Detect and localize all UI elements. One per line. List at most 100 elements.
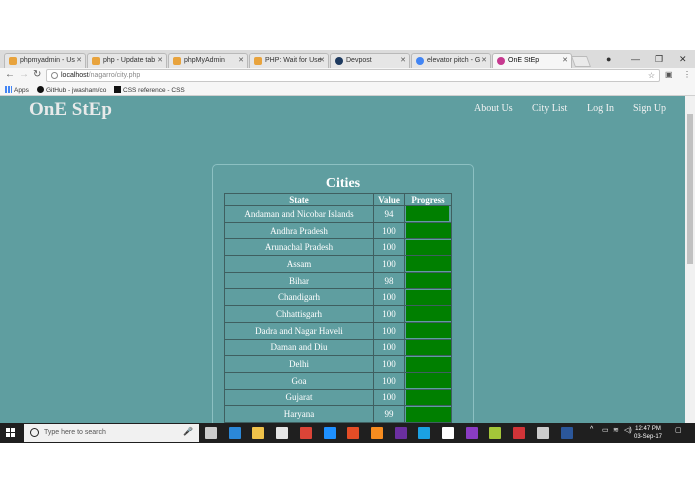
progress-bar — [406, 256, 452, 272]
cell-state: Bihar — [224, 271, 374, 290]
bookmarks-bar: Apps GitHub - jwasham/co CSS reference -… — [0, 84, 695, 96]
table-row: Delhi 100 — [224, 355, 452, 373]
back-icon[interactable]: ← — [5, 69, 15, 80]
browser-tab[interactable]: phpmyadmin - Us ✕ — [4, 53, 86, 68]
table-row: Goa 100 — [224, 371, 452, 390]
volume-icon[interactable]: ◁) — [624, 426, 632, 434]
cell-state: Dadra and Nagar Haveli — [224, 321, 374, 340]
cell-value: 99 — [373, 405, 405, 423]
close-icon[interactable]: ✕ — [562, 56, 568, 64]
task-view-icon[interactable] — [205, 427, 217, 439]
close-icon[interactable]: ✕ — [319, 56, 325, 64]
search-placeholder: Type here to search — [44, 429, 106, 436]
taskbar-search-input[interactable]: Type here to search 🎤 — [24, 424, 199, 442]
onenote-icon[interactable] — [489, 427, 502, 439]
menu-icon[interactable]: ⋮ — [683, 70, 691, 79]
table-row: Chhattisgarh 100 — [224, 305, 452, 323]
window-close-icon[interactable]: ✕ — [679, 54, 687, 65]
chrome-icon[interactable] — [299, 427, 312, 439]
close-icon[interactable]: ✕ — [76, 56, 82, 64]
photos-icon[interactable] — [370, 427, 383, 439]
table-row: Assam 100 — [224, 255, 452, 273]
close-icon[interactable]: ✕ — [481, 56, 487, 64]
cell-value: 100 — [373, 288, 405, 307]
cell-progress — [404, 355, 452, 373]
browser-tab[interactable]: php - Update tab ✕ — [87, 53, 167, 68]
table-row: Haryana 99 — [224, 405, 452, 423]
bookmark-github[interactable]: GitHub - jwasham/co — [37, 86, 106, 94]
nav-city-list[interactable]: City List — [532, 103, 567, 114]
store-icon[interactable] — [276, 427, 289, 439]
info-icon[interactable] — [51, 72, 58, 79]
progress-bar — [406, 389, 452, 405]
forward-icon[interactable]: → — [19, 69, 29, 80]
media-player-icon[interactable] — [323, 427, 336, 439]
app-icon[interactable] — [394, 427, 407, 439]
browser-tab[interactable]: elevator pitch - G ✕ — [411, 53, 491, 68]
cell-progress — [404, 221, 452, 240]
calculator-icon[interactable] — [513, 427, 526, 439]
url-path: /nagarro/city.php — [88, 72, 141, 79]
extension-icon[interactable]: ▣ — [665, 70, 673, 79]
close-icon[interactable]: ✕ — [157, 56, 163, 64]
document-favicon-icon — [92, 57, 100, 65]
tray-chevron-icon[interactable]: ^ — [590, 426, 593, 433]
nav-about-us[interactable]: About Us — [474, 103, 513, 114]
browser-tab[interactable]: PHP: Wait for Use ✕ — [249, 53, 329, 68]
file-explorer-icon[interactable] — [252, 427, 265, 439]
edge-icon[interactable] — [228, 427, 241, 439]
app-icon[interactable] — [465, 427, 478, 439]
browser-tab-active[interactable]: OnE StEp ✕ — [492, 53, 572, 68]
profile-icon[interactable]: ● — [606, 54, 611, 64]
restore-icon[interactable]: ❐ — [655, 54, 663, 65]
nav-sign-up[interactable]: Sign Up — [633, 103, 666, 114]
nav-log-in[interactable]: Log In — [587, 103, 614, 114]
cell-state: Andaman and Nicobar Islands — [224, 205, 374, 223]
address-bar[interactable]: localhost/nagarro/city.php ☆ — [46, 69, 660, 82]
network-icon[interactable]: ▭ — [602, 426, 609, 434]
web-page: OnE StEp About Us City List Log In Sign … — [0, 96, 685, 423]
browser-tab[interactable]: phpMyAdmin ✕ — [168, 53, 248, 68]
cell-value: 100 — [373, 321, 405, 340]
progress-bar — [406, 356, 452, 372]
page-scrollbar[interactable] — [685, 96, 695, 423]
tab-title: PHP: Wait for Use — [265, 57, 322, 64]
action-center-icon[interactable]: ▢ — [675, 426, 682, 434]
new-tab-button[interactable] — [570, 56, 592, 67]
site-brand[interactable]: OnE StEp — [29, 99, 112, 121]
bookmark-apps[interactable]: Apps — [5, 86, 29, 94]
word-icon[interactable] — [536, 427, 549, 439]
bookmark-star-icon[interactable]: ☆ — [648, 71, 655, 80]
search-icon — [30, 428, 39, 437]
cell-state: Gujarat — [224, 388, 374, 407]
windows-start-icon[interactable] — [6, 428, 16, 438]
cell-progress — [404, 371, 452, 390]
browser-tab-strip: phpmyadmin - Us ✕ php - Update tab ✕ php… — [0, 50, 695, 68]
bookmark-label: Apps — [14, 87, 29, 94]
app-icon[interactable] — [560, 427, 573, 439]
visual-studio-icon[interactable] — [442, 427, 454, 439]
browser-toolbar: ← → ↻ localhost/nagarro/city.php ☆ ▣ ⋮ — [0, 68, 695, 84]
office-icon[interactable] — [347, 427, 360, 439]
wifi-icon[interactable]: ≋ — [613, 426, 619, 434]
minimize-icon[interactable]: — — [631, 54, 640, 64]
progress-bar — [406, 289, 452, 305]
taskbar-clock[interactable]: 12:47 PM 03-Sep-17 — [634, 425, 662, 441]
cell-progress — [404, 388, 452, 407]
cell-value: 94 — [373, 205, 405, 223]
table-row: Chandigarh 100 — [224, 288, 452, 307]
microphone-icon[interactable]: 🎤 — [183, 427, 193, 436]
tab-title: php - Update tab — [103, 57, 156, 64]
devpost-favicon-icon — [335, 57, 343, 65]
browser-tab[interactable]: Devpost ✕ — [330, 53, 410, 68]
reload-icon[interactable]: ↻ — [33, 69, 41, 80]
mail-icon[interactable] — [418, 427, 431, 439]
cell-value: 100 — [373, 238, 405, 257]
scrollbar-thumb[interactable] — [687, 114, 693, 264]
cell-progress — [404, 271, 452, 290]
close-icon[interactable]: ✕ — [238, 56, 244, 64]
bookmark-css-reference[interactable]: CSS reference - CSS — [114, 86, 185, 94]
tab-title: Devpost — [346, 57, 372, 64]
table-header-row: State Value Progress — [224, 193, 452, 206]
close-icon[interactable]: ✕ — [400, 56, 406, 64]
